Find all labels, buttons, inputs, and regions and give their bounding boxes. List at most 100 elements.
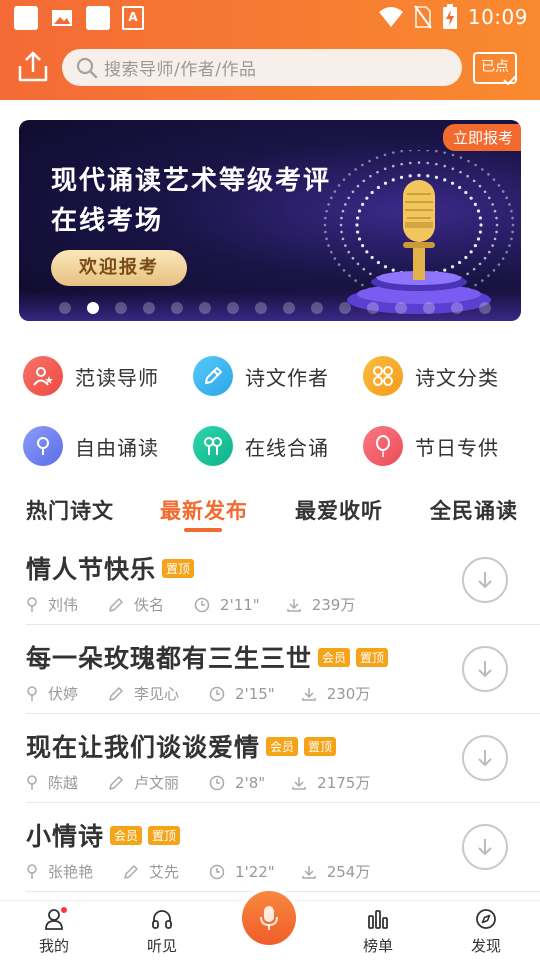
carousel-dot[interactable] <box>367 302 379 314</box>
search-icon <box>76 57 98 78</box>
category-online-duet[interactable]: 在线合诵 <box>193 426 329 466</box>
item-title: 每一朵玫瑰都有三生三世 <box>26 644 313 673</box>
nav-discover[interactable]: 发现 <box>456 907 516 956</box>
balloon-icon <box>363 426 403 466</box>
item-duration: 2'8" <box>209 774 265 792</box>
app-letter-icon: A <box>122 6 144 30</box>
nav-mine[interactable]: 我的 <box>24 907 84 956</box>
item-duration-text: 2'8" <box>235 773 266 792</box>
signin-button[interactable]: 已点 <box>473 52 517 86</box>
item-reader: 伏婷 <box>26 683 78 704</box>
carousel-dot[interactable] <box>283 302 295 314</box>
member-badge: 会员 <box>318 647 351 667</box>
tab-latest[interactable]: 最新发布 <box>160 495 248 525</box>
microphone-icon <box>260 906 278 930</box>
list-item[interactable]: 现在让我们谈谈爱情 会员 置顶 陈越 卢文丽 2'8" 2175万 <box>0 714 540 803</box>
item-title-row: 每一朵玫瑰都有三生三世 会员 置顶 <box>26 639 389 675</box>
carousel-dot[interactable] <box>115 302 127 314</box>
category-free-reading[interactable]: 自由诵读 <box>23 426 159 466</box>
nav-label: 榜单 <box>362 937 393 955</box>
battery-icon <box>442 4 457 29</box>
carousel-dot[interactable] <box>311 302 323 314</box>
microphone-stage-illustration <box>323 150 515 314</box>
clock-icon <box>194 597 215 613</box>
category-festival[interactable]: 节日专供 <box>363 426 499 466</box>
download-button[interactable] <box>462 646 508 692</box>
banner-tag[interactable]: 立即报考 <box>442 124 521 151</box>
category-teachers[interactable]: 范读导师 <box>23 356 159 396</box>
download-button[interactable] <box>462 557 508 603</box>
category-label: 诗文分类 <box>415 365 499 390</box>
pinned-badge: 置顶 <box>356 647 389 667</box>
reader-mic-icon <box>26 774 43 791</box>
promo-banner[interactable]: 立即报考 现代诵读艺术等级考评 在线考场 欢迎报考 <box>19 120 521 321</box>
item-title-row: 小情诗 会员 置顶 <box>26 817 181 853</box>
nav-label: 我的 <box>38 937 69 955</box>
banner-subtitle: 在线考场 <box>51 206 164 236</box>
category-classification[interactable]: 诗文分类 <box>363 356 499 396</box>
download-button[interactable] <box>462 735 508 781</box>
item-duration-text: 2'11" <box>220 595 260 614</box>
notification-icon <box>86 6 110 30</box>
record-button[interactable] <box>242 891 296 945</box>
banner-cta-button[interactable]: 欢迎报考 <box>51 250 187 286</box>
item-plays-text: 254万 <box>326 863 371 881</box>
carousel-dot[interactable] <box>479 302 491 314</box>
carousel-dot[interactable] <box>395 302 407 314</box>
item-meta: 陈越 卢文丽 2'8" 2175万 <box>26 772 370 793</box>
share-icon <box>18 51 48 82</box>
tab-hot[interactable]: 热门诗文 <box>26 495 114 525</box>
download-icon <box>478 750 492 767</box>
category-label: 自由诵读 <box>75 435 159 460</box>
notification-icon <box>14 6 38 30</box>
list-item[interactable]: 小情诗 会员 置顶 张艳艳 艾先 1'22" 254万 <box>0 803 540 892</box>
pinned-badge: 置顶 <box>304 736 337 756</box>
download-count-icon <box>301 686 322 702</box>
carousel-dot[interactable] <box>423 302 435 314</box>
check-icon <box>503 75 517 86</box>
carousel-dot[interactable] <box>199 302 211 314</box>
clock: 10:09 <box>467 5 528 29</box>
download-count-icon <box>301 864 322 880</box>
download-count-icon <box>286 597 307 613</box>
carousel-dot[interactable] <box>227 302 239 314</box>
list-item[interactable]: 每一朵玫瑰都有三生三世 会员 置顶 伏婷 李见心 2'15" 230万 <box>0 625 540 714</box>
signin-label: 已点 <box>481 59 509 75</box>
download-icon <box>478 839 492 856</box>
share-button[interactable] <box>16 50 50 84</box>
tab-public[interactable]: 全民诵读 <box>430 495 518 525</box>
nav-listen[interactable]: 听见 <box>132 907 192 956</box>
item-plays-text: 239万 <box>311 596 356 614</box>
wifi-icon <box>378 7 403 27</box>
member-badge: 会员 <box>266 736 299 756</box>
clock-icon <box>209 864 230 880</box>
item-reader: 陈越 <box>26 772 78 793</box>
tab-favorites[interactable]: 最爱收听 <box>295 495 383 525</box>
author-pen-icon <box>123 864 144 880</box>
app-screen: A 10:09 搜索导师/作者/作品 已点 立即报考 现代诵读艺术等级考评 在线… <box>0 0 540 960</box>
search-input[interactable]: 搜索导师/作者/作品 <box>62 49 462 86</box>
pen-icon <box>193 356 233 396</box>
nav-label: 听见 <box>146 937 177 955</box>
list-item[interactable]: 情人节快乐 置顶 刘伟 佚名 2'11" 239万 <box>0 536 540 625</box>
carousel-dot[interactable] <box>451 302 463 314</box>
item-plays: 239万 <box>286 594 356 615</box>
carousel-dot[interactable] <box>339 302 351 314</box>
carousel-dot[interactable] <box>171 302 183 314</box>
item-title-row: 情人节快乐 置顶 <box>26 550 195 586</box>
nav-ranking[interactable]: 榜单 <box>348 907 408 956</box>
carousel-dot[interactable] <box>87 302 99 314</box>
carousel-dot[interactable] <box>255 302 267 314</box>
headphones-icon <box>152 910 172 929</box>
item-title: 小情诗 <box>26 822 105 851</box>
download-button[interactable] <box>462 824 508 870</box>
author-pen-icon <box>108 597 129 613</box>
carousel-dot[interactable] <box>59 302 71 314</box>
item-duration: 2'11" <box>194 596 260 614</box>
item-duration-text: 1'22" <box>235 862 275 881</box>
mic-icon <box>23 426 63 466</box>
category-authors[interactable]: 诗文作者 <box>193 356 329 396</box>
carousel-dot[interactable] <box>143 302 155 314</box>
item-author-text: 李见心 <box>134 685 180 703</box>
item-plays: 2175万 <box>291 772 370 793</box>
